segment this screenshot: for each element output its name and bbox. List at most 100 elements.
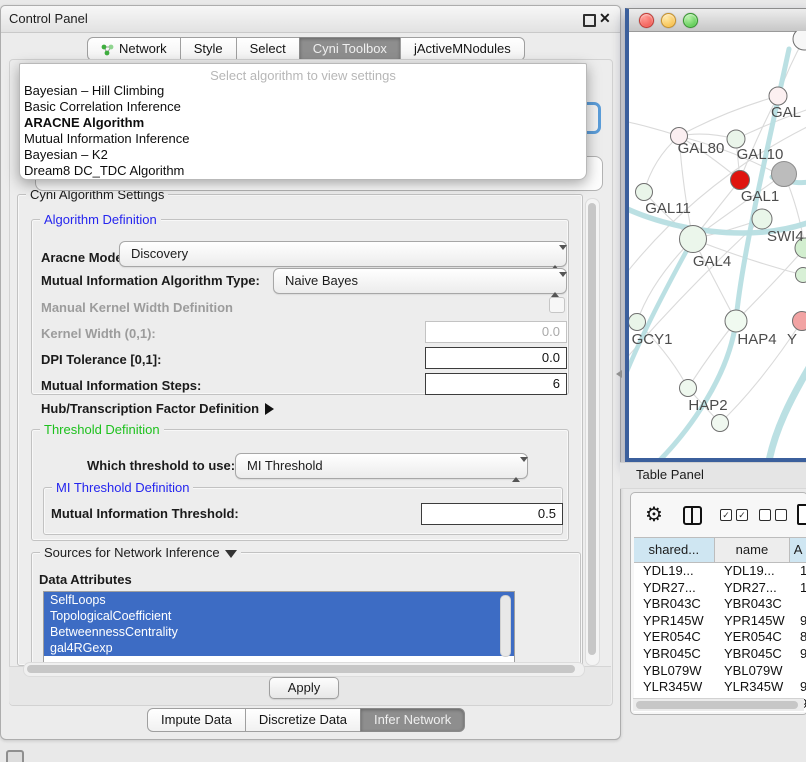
table-row[interactable]: YER054CYER054C8. [634, 629, 806, 646]
table-cell: YBL079W [634, 663, 715, 680]
aracne-mode-label: Aracne Mode: [41, 246, 127, 270]
which-threshold-value: MI Threshold [247, 458, 323, 473]
screen: Control Panel ✕ NetworkStyleSelectCyni T… [0, 0, 806, 762]
table-row[interactable]: YDL19...YDL19...13 [634, 563, 806, 580]
column-header[interactable]: A [790, 538, 806, 562]
dpi-tolerance-field[interactable]: 0.0 [425, 347, 567, 369]
table-row[interactable]: YPR145WYPR145W9. [634, 613, 806, 630]
table-row[interactable]: YBR043CYBR043C [634, 596, 806, 613]
network-node[interactable] [793, 31, 806, 50]
node-label: GAL11 [645, 200, 691, 217]
kernel-width-field[interactable]: 0.0 [425, 321, 567, 343]
tab-discretize-data[interactable]: Discretize Data [245, 708, 361, 732]
tab-infer-network[interactable]: Infer Network [360, 708, 465, 732]
mi-threshold-label: Mutual Information Threshold: [51, 506, 239, 521]
table-cell: YDL19... [634, 563, 715, 580]
mi-steps-field[interactable]: 6 [425, 373, 567, 395]
manual-kernel-checkbox[interactable] [549, 297, 565, 313]
zoom-traffic-light-icon[interactable] [683, 13, 698, 28]
network-node[interactable] [680, 226, 707, 253]
columns-icon[interactable] [683, 506, 702, 525]
network-node[interactable] [636, 184, 653, 201]
table-row[interactable]: YBR045CYBR045C9. [634, 646, 806, 663]
network-view-window: GALGAL80GAL10GAL1GAL11SWI4GAL4GCY1HAP4YH… [625, 8, 806, 462]
mi-type-combo[interactable]: Naive Bayes [273, 268, 567, 294]
list-scrollbar[interactable] [500, 595, 511, 657]
network-node[interactable] [796, 268, 806, 283]
tab-style[interactable]: Style [180, 37, 237, 61]
node-label: GAL10 [737, 146, 784, 163]
sources-group-toggle[interactable]: Sources for Network Inference [40, 545, 241, 560]
network-node[interactable] [769, 87, 787, 105]
tab-jactivemnodules[interactable]: jActiveMNodules [400, 37, 525, 61]
popup-item[interactable]: Bayesian – K2 [20, 147, 586, 163]
gear-icon[interactable]: ⚙ [645, 502, 663, 527]
network-canvas[interactable]: GALGAL80GAL10GAL1GAL11SWI4GAL4GCY1HAP4YH… [629, 31, 806, 458]
which-threshold-label: Which threshold to use: [87, 454, 235, 478]
bottom-corner-icon[interactable] [6, 750, 24, 762]
mi-steps-label: Mutual Information Steps: [41, 378, 201, 393]
table-row[interactable]: YBL079WYBL079W [634, 663, 806, 680]
aracne-mode-combo[interactable]: Discovery [119, 241, 567, 267]
float-window-icon[interactable] [583, 14, 596, 27]
network-node[interactable] [725, 310, 747, 332]
data-attribute-item[interactable]: BetweennessCentrality [44, 624, 514, 640]
column-header[interactable]: shared... [634, 538, 715, 562]
settings-horizontal-scrollbar[interactable] [23, 662, 585, 677]
tab-impute-data[interactable]: Impute Data [147, 708, 246, 732]
table-cell: YDL19... [715, 563, 791, 580]
settings-vertical-scrollbar[interactable] [585, 198, 600, 666]
data-attribute-item[interactable]: SelfLoops [44, 592, 514, 608]
node-label: SWI4 [767, 228, 804, 245]
data-attributes-list[interactable]: SelfLoopsTopologicalCoefficientBetweenne… [43, 591, 515, 663]
popup-item[interactable]: Dream8 DC_TDC Algorithm [20, 163, 586, 179]
node-label: Y [787, 331, 797, 348]
which-threshold-combo[interactable]: MI Threshold [235, 453, 528, 479]
mi-threshold-field[interactable]: 0.5 [421, 503, 563, 525]
table-row[interactable]: YLR345WYLR345W9. [634, 679, 806, 696]
tab-cyni-toolbox[interactable]: Cyni Toolbox [299, 37, 401, 61]
network-node[interactable] [793, 312, 806, 331]
network-node[interactable] [680, 380, 697, 397]
popup-item[interactable]: ARACNE Algorithm [20, 115, 586, 131]
table-horizontal-scrollbar[interactable] [633, 698, 804, 711]
popup-item[interactable]: Bayesian – Hill Climbing [20, 83, 586, 99]
node-label: GAL1 [741, 188, 779, 205]
network-node[interactable] [731, 171, 750, 190]
split-pane-collapse-icon[interactable] [616, 370, 622, 378]
tab-network[interactable]: Network [87, 37, 181, 61]
top-tab-bar: Network Style Select Cyni ToolboxjActiveMNo… [87, 37, 525, 61]
column-header[interactable]: name [715, 538, 791, 562]
close-icon[interactable]: ✕ [599, 10, 611, 27]
table-cell [791, 596, 806, 613]
minimize-traffic-light-icon[interactable] [661, 13, 676, 28]
document-icon[interactable] [797, 504, 806, 525]
tab-select[interactable]: Select [236, 37, 300, 61]
data-attribute-item[interactable]: gal4RGexp [44, 640, 514, 656]
tab-label: Style [194, 38, 223, 60]
data-attribute-item[interactable]: TopologicalCoefficient [44, 608, 514, 624]
node-label: GCY1 [632, 331, 673, 348]
node-label: HAP4 [737, 331, 776, 348]
popup-item[interactable]: Basic Correlation Inference [20, 99, 586, 115]
manual-kernel-label: Manual Kernel Width Definition [41, 300, 233, 315]
network-node[interactable] [629, 314, 646, 331]
network-node[interactable] [752, 209, 772, 229]
table-cell: 8. [791, 629, 806, 646]
network-node[interactable] [772, 162, 797, 187]
aracne-mode-value: Discovery [131, 246, 188, 261]
apply-button[interactable]: Apply [269, 677, 339, 699]
data-attributes-label: Data Attributes [39, 572, 132, 587]
deselect-all-checkboxes-icon[interactable] [759, 509, 787, 521]
node-label: GAL4 [693, 253, 731, 270]
hub-definition-toggle[interactable]: Hub/Transcription Factor Definition [41, 401, 274, 416]
tab-label: Impute Data [161, 709, 232, 731]
close-traffic-light-icon[interactable] [639, 13, 654, 28]
select-all-checkboxes-icon[interactable]: ✓✓ [720, 509, 748, 521]
table-cell: YLR345W [634, 679, 715, 696]
table-row[interactable]: YDR27...YDR27...12 [634, 580, 806, 597]
network-node[interactable] [712, 415, 729, 432]
tab-label: Select [250, 38, 286, 60]
control-panel-window: Control Panel ✕ NetworkStyleSelectCyni T… [0, 5, 621, 740]
popup-item[interactable]: Mutual Information Inference [20, 131, 586, 147]
